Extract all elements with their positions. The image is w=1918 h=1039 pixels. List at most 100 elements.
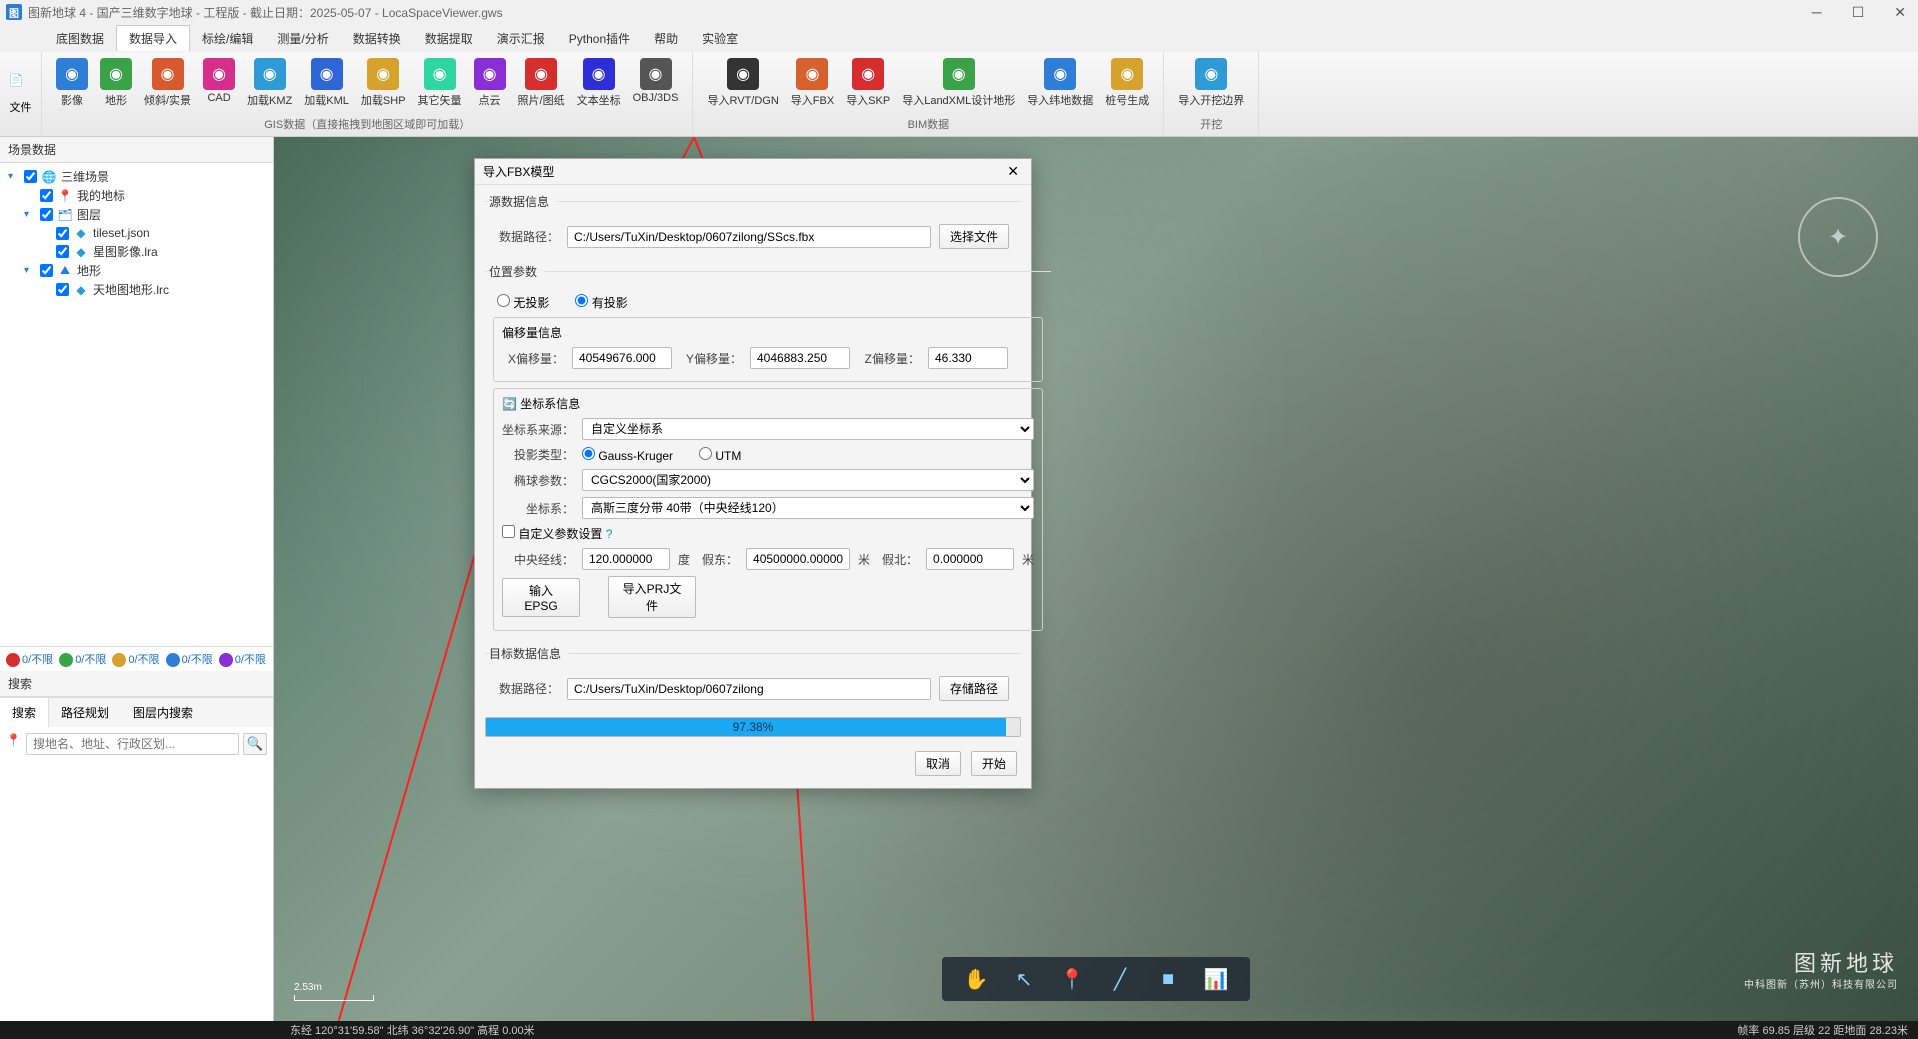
tree-item-4[interactable]: ◆星图影像.lra: [0, 242, 273, 261]
ribbon-icon: ◉: [796, 58, 828, 90]
start-button[interactable]: 开始: [971, 751, 1017, 776]
maximize-button[interactable]: ☐: [1846, 4, 1871, 21]
viewport-tool-3[interactable]: ╱: [1106, 965, 1134, 993]
filter-chip-0[interactable]: 0/不限: [6, 651, 53, 667]
menu-tab-4[interactable]: 数据转换: [341, 26, 413, 51]
close-window-button[interactable]: ✕: [1888, 4, 1912, 21]
menu-tab-7[interactable]: Python插件: [557, 26, 642, 51]
ribbon-0-0[interactable]: ◉影像: [50, 56, 94, 110]
viewport-tool-0[interactable]: ✋: [962, 965, 990, 993]
search-input[interactable]: [26, 733, 239, 755]
tree-item-2[interactable]: ▾🗂图层: [0, 205, 273, 224]
ribbon-0-4[interactable]: ◉加载KMZ: [241, 56, 298, 110]
tree-item-5[interactable]: ▾⛰地形: [0, 261, 273, 280]
ribbon-file-section[interactable]: 📄 文件: [0, 52, 42, 136]
ribbon-0-2[interactable]: ◉倾斜/实景: [138, 56, 197, 110]
filter-chip-4[interactable]: 0/不限: [219, 651, 266, 667]
ribbon-0-1[interactable]: ◉地形: [94, 56, 138, 110]
menu-tab-0[interactable]: 底图数据: [44, 26, 116, 51]
compass-widget[interactable]: ✦: [1798, 197, 1878, 277]
source-path-input[interactable]: [567, 226, 931, 248]
cancel-button[interactable]: 取消: [915, 751, 961, 776]
crs-source-select[interactable]: 自定义坐标系: [582, 418, 1034, 440]
false-east-input[interactable]: [746, 548, 850, 570]
ribbon-2-0[interactable]: ◉导入开挖边界: [1172, 56, 1250, 110]
tree-item-6[interactable]: ◆天地图地形.lrc: [0, 280, 273, 299]
ribbon-1-2[interactable]: ◉导入SKP: [840, 56, 896, 110]
ribbon-0-3[interactable]: ◉CAD: [197, 56, 241, 106]
ribbon-0-11[interactable]: ◉OBJ/3DS: [627, 56, 685, 106]
dialog-close-button[interactable]: ✕: [1003, 163, 1023, 180]
ribbon-icon: ◉: [56, 58, 88, 90]
custom-params-checkbox[interactable]: 自定义参数设置 ?: [502, 525, 612, 542]
gauss-kruger-radio[interactable]: Gauss-Kruger: [582, 447, 673, 463]
viewport-tool-1[interactable]: ↖: [1010, 965, 1038, 993]
viewport-tool-4[interactable]: ■: [1154, 965, 1182, 993]
ellipsoid-select[interactable]: CGCS2000(国家2000): [582, 469, 1034, 491]
menu-tab-9[interactable]: 实验室: [690, 26, 750, 51]
ribbon-0-5[interactable]: ◉加载KML: [298, 56, 355, 110]
z-offset-input[interactable]: [928, 347, 1008, 369]
search-tab-1[interactable]: 路径规划: [49, 698, 121, 727]
x-offset-input[interactable]: [572, 347, 672, 369]
false-north-input[interactable]: [926, 548, 1014, 570]
source-path-label: 数据路径：: [497, 228, 559, 245]
save-path-button[interactable]: 存储路径: [939, 676, 1009, 701]
ribbon-0-9[interactable]: ◉照片/图纸: [512, 56, 571, 110]
ribbon-label: 导入开挖边界: [1178, 92, 1244, 108]
filter-chip-1[interactable]: 0/不限: [59, 651, 106, 667]
menu-tab-8[interactable]: 帮助: [642, 26, 690, 51]
watermark: 图新地球 中科图新（苏州）科技有限公司: [1744, 946, 1898, 991]
x-offset-label: X偏移量：: [502, 350, 564, 367]
ribbon-1-1[interactable]: ◉ 导入FBX: [785, 56, 840, 110]
tree-item-3[interactable]: ◆tileset.json: [0, 224, 273, 242]
has-projection-radio[interactable]: 有投影: [575, 294, 627, 311]
import-prj-button[interactable]: 导入PRJ文件: [608, 576, 696, 618]
ribbon-icon: ◉: [583, 58, 615, 90]
minimize-button[interactable]: ─: [1806, 4, 1828, 21]
ribbon-1-5[interactable]: ◉桩号生成: [1099, 56, 1155, 110]
ribbon-label: CAD: [207, 92, 230, 104]
filter-chip-3[interactable]: 0/不限: [166, 651, 213, 667]
utm-radio[interactable]: UTM: [699, 447, 741, 463]
ribbon-label: 桩号生成: [1105, 92, 1149, 108]
ribbon-1-3[interactable]: ◉导入LandXML设计地形: [896, 56, 1021, 110]
ribbon-label: 导入SKP: [846, 92, 890, 108]
ribbon-0-6[interactable]: ◉加载SHP: [355, 56, 412, 110]
y-offset-input[interactable]: [750, 347, 850, 369]
menu-tab-3[interactable]: 测量/分析: [265, 26, 340, 51]
ribbon-label: 导入LandXML设计地形: [902, 92, 1015, 108]
ribbon-0-7[interactable]: ◉其它矢量: [412, 56, 468, 110]
filter-chip-2[interactable]: 0/不限: [112, 651, 159, 667]
menu-tab-5[interactable]: 数据提取: [413, 26, 485, 51]
central-meridian-input[interactable]: [582, 548, 670, 570]
ribbon-0-10[interactable]: ◉文本坐标: [571, 56, 627, 110]
crs-select[interactable]: 高斯三度分带 40带（中央经线120）: [582, 497, 1034, 519]
menu-tab-6[interactable]: 演示汇报: [485, 26, 557, 51]
ribbon-group-label: GIS数据（直接拖拽到地图区域即可加载）: [42, 114, 692, 136]
viewport-tool-5[interactable]: 📊: [1202, 965, 1230, 993]
ribbon-1-4[interactable]: ◉导入纬地数据: [1021, 56, 1099, 110]
viewport-tool-2[interactable]: 📍: [1058, 965, 1086, 993]
z-offset-label: Z偏移量：: [858, 350, 920, 367]
search-panel-title: 搜索: [0, 671, 273, 697]
app-icon: 图: [6, 4, 22, 20]
search-tab-2[interactable]: 图层内搜索: [121, 698, 205, 727]
ribbon-icon: ◉: [1044, 58, 1076, 90]
ribbon-0-8[interactable]: ◉点云: [468, 56, 512, 110]
source-section-label: 源数据信息: [489, 193, 557, 210]
no-projection-radio[interactable]: 无投影: [497, 294, 549, 311]
tree-item-0[interactable]: ▾🌐三维场景: [0, 167, 273, 186]
y-offset-label: Y偏移量：: [680, 350, 742, 367]
input-epsg-button[interactable]: 输入EPSG: [502, 578, 580, 617]
choose-file-button[interactable]: 选择文件: [939, 224, 1009, 249]
menu-tab-1[interactable]: 数据导入: [116, 25, 190, 51]
target-path-input[interactable]: [567, 678, 931, 700]
ribbon-label: 导入FBX: [791, 92, 834, 108]
menu-tab-2[interactable]: 标绘/编辑: [190, 26, 265, 51]
status-right: 帧率 69.85 层级 22 距地面 28.23米: [1737, 1022, 1908, 1038]
search-tab-0[interactable]: 搜索: [0, 698, 49, 727]
tree-item-1[interactable]: 📍我的地标: [0, 186, 273, 205]
ribbon-1-0[interactable]: ◉导入RVT/DGN: [701, 56, 784, 110]
search-button[interactable]: 🔍: [243, 733, 267, 755]
